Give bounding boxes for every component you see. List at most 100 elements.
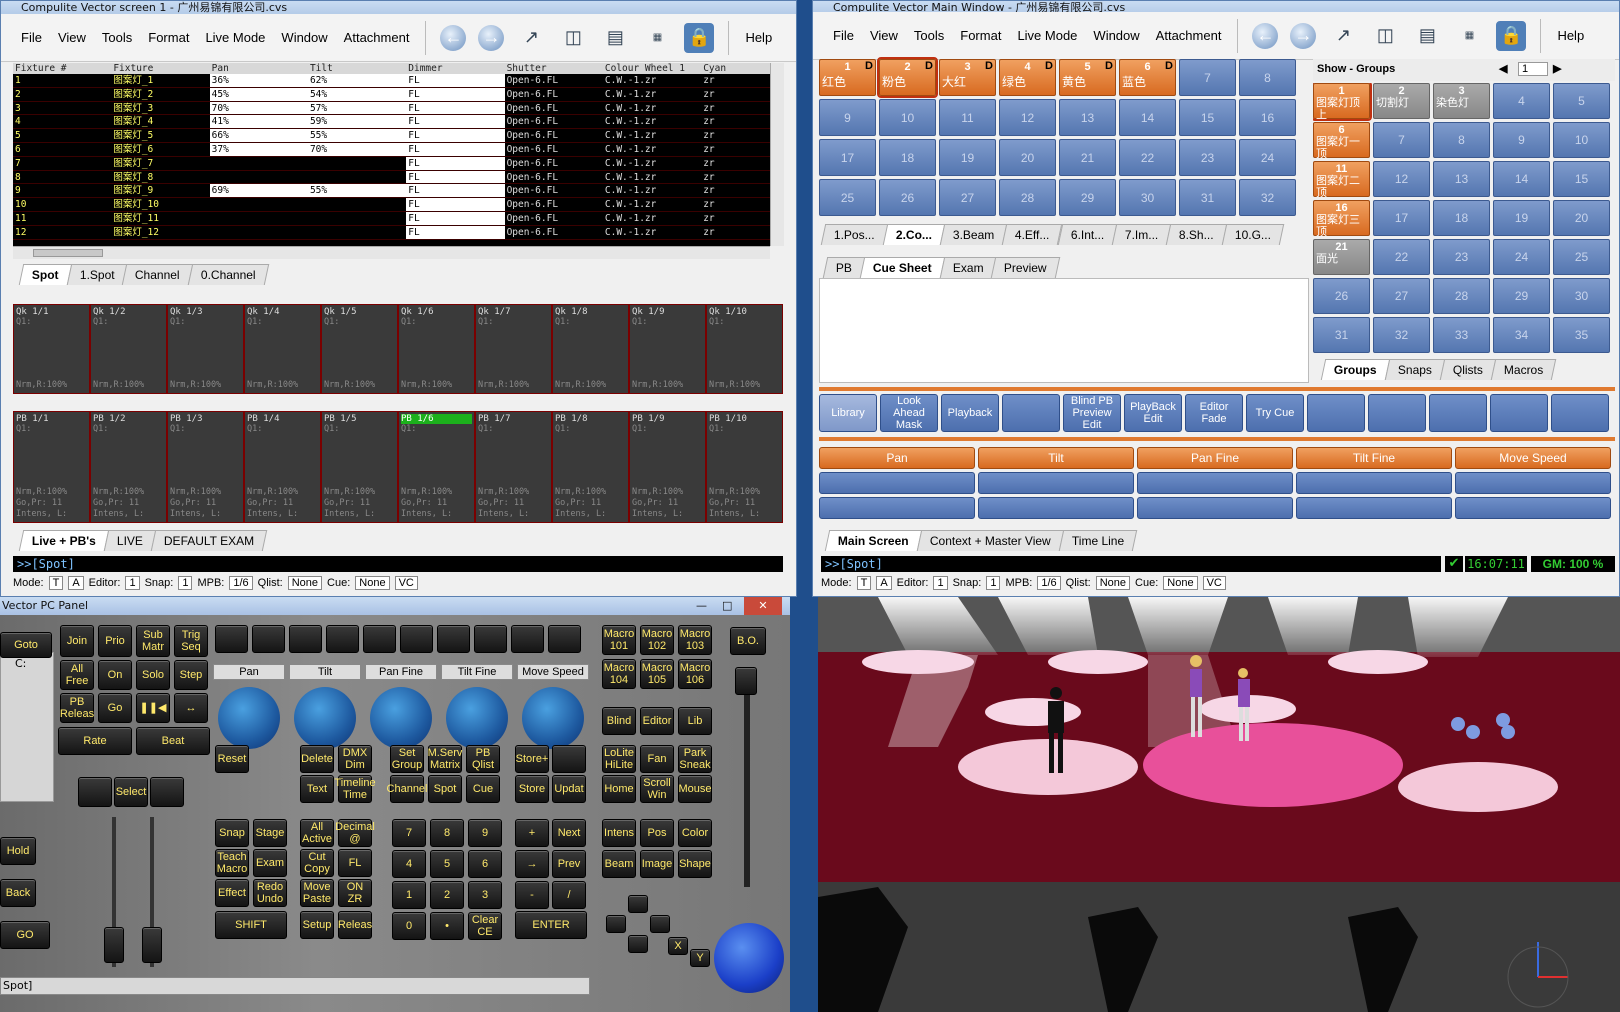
group-25[interactable]: 25 (1553, 239, 1610, 275)
attr-key[interactable]: Pos (640, 819, 674, 847)
menu-tools[interactable]: Tools (94, 30, 140, 45)
groups-page-field[interactable]: 1 (1518, 62, 1548, 76)
table-cell[interactable]: FL (406, 101, 505, 115)
table-cell[interactable]: Open-6.FL (505, 171, 603, 184)
set-group-key[interactable]: Set Group (390, 745, 424, 773)
menu-window[interactable]: Window (1085, 28, 1147, 43)
table-row[interactable]: 1 图案灯_1 36% 62% FL Open-6.FL C.W.-1.zr zr (13, 74, 770, 88)
spot-key[interactable]: Spot (428, 775, 462, 803)
fader-head[interactable] (474, 625, 507, 653)
tab-8-sh-[interactable]: 8.Sh... (1166, 224, 1228, 245)
table-cell[interactable]: 54% (307, 87, 407, 101)
table-cell[interactable]: 37% (209, 142, 308, 156)
cue-sheet-area[interactable] (819, 278, 1309, 383)
table-row[interactable]: 9 图案灯_9 69% 55% FL Open-6.FL C.W.-1.zr zr (13, 184, 770, 199)
encoder-wheel[interactable] (370, 687, 432, 749)
releas-key[interactable]: Releas (338, 911, 372, 939)
table-row[interactable]: 8 图案灯_8 50% 50% FL Open-6.FL C.W.-1.zr zr (13, 170, 770, 185)
table-cell[interactable]: 50% (308, 157, 406, 170)
table-cell[interactable]: 66% (209, 129, 308, 142)
table-cell[interactable]: zr (701, 157, 770, 170)
preset-24[interactable]: 24 (1239, 139, 1296, 176)
keypad-key[interactable]: 4 (392, 850, 426, 878)
function-button[interactable] (1002, 394, 1060, 432)
tab-pb[interactable]: PB (822, 257, 866, 278)
quick-key[interactable]: Qk 1/6 Q1: Nrm,R:100% (398, 304, 475, 394)
param-cell[interactable] (1137, 472, 1293, 494)
table-cell[interactable]: FL (406, 170, 505, 184)
preset-10[interactable]: 10 (879, 99, 936, 136)
table-cell[interactable]: C.W.-1.zr (603, 212, 701, 225)
table-cell[interactable]: C.W.-1.zr (603, 171, 701, 184)
table-row[interactable]: 5 图案灯_5 66% 55% FL Open-6.FL C.W.-1.zr zr (13, 129, 770, 143)
attr-key[interactable]: Image (640, 850, 674, 878)
restore-icon[interactable]: □ (722, 597, 732, 615)
scroll-win-key[interactable]: Scroll Win (640, 775, 674, 803)
m-serv-matrix-key[interactable]: M.Serv Matrix (428, 745, 462, 773)
preset-31[interactable]: 31 (1179, 179, 1236, 216)
macro-key[interactable]: Macro 102 (640, 625, 674, 655)
quick-key[interactable]: Qk 1/2 Q1: Nrm,R:100% (90, 304, 167, 394)
pb-qlist-key[interactable]: PB Qlist (466, 745, 500, 773)
fader-knob[interactable] (104, 927, 124, 963)
attr-key[interactable]: Shape (678, 850, 712, 878)
playback[interactable]: PB 1/7 Q1: Nrm,R:100% Go,Pr: 11 Intens, L: (475, 411, 552, 523)
menu-file[interactable]: File (825, 28, 862, 43)
preset-9[interactable]: 9 (819, 99, 876, 136)
table-cell[interactable]: Open-6.FL (505, 212, 603, 225)
group-8[interactable]: 8 (1433, 122, 1490, 158)
setup-key[interactable]: Setup (300, 911, 334, 939)
grand-master-knob[interactable] (735, 667, 757, 695)
select-right-key[interactable] (150, 777, 184, 807)
blind-key[interactable]: Blind (602, 707, 636, 735)
table-cell[interactable]: 57% (307, 101, 407, 115)
preset-21[interactable]: 21 (1059, 139, 1116, 176)
preset-13[interactable]: 13 (1059, 99, 1116, 136)
tab-main-screen[interactable]: Main Screen (824, 530, 922, 551)
tab-preview[interactable]: Preview (991, 257, 1061, 278)
table-cell[interactable]: 图案灯_3 (111, 102, 209, 115)
table-cell[interactable]: 50% (210, 171, 308, 184)
preset-2[interactable]: 2 D 粉色 (877, 57, 938, 98)
table-cell[interactable]: 2 (13, 88, 111, 101)
group-20[interactable]: 20 (1553, 200, 1610, 236)
slash-key[interactable]: / (552, 881, 586, 909)
table-cell[interactable]: zr (701, 226, 770, 239)
effect-key[interactable]: Effect (215, 879, 249, 907)
function-button[interactable] (1490, 394, 1548, 432)
group-11[interactable]: 11 图案灯二顶 (1313, 161, 1370, 199)
table-row[interactable]: 11 图案灯_11 50% 50% FL Open-6.FL C.W.-1.zr zr (13, 211, 770, 226)
window-icon[interactable]: ▤ (1412, 21, 1442, 51)
table-cell[interactable]: C.W.-1.zr (603, 226, 701, 239)
encoder-wheel[interactable] (218, 687, 280, 749)
table-cell[interactable]: 70% (307, 142, 407, 156)
function-button[interactable]: Editor Fade (1185, 394, 1243, 432)
table-cell[interactable]: C.W.-1.zr (603, 184, 701, 197)
table-cell[interactable]: 图案灯_11 (111, 212, 209, 225)
quick-key[interactable]: Qk 1/3 Q1: Nrm,R:100% (167, 304, 244, 394)
menu-file[interactable]: File (13, 30, 50, 45)
group-1[interactable]: 1 图案灯顶上 (1313, 83, 1372, 121)
menu-live-mode[interactable]: Live Mode (197, 30, 273, 45)
numeric-grid-icon[interactable]: ▦ (642, 23, 672, 53)
lock-icon[interactable]: 🔒 (1496, 20, 1527, 51)
preset-3[interactable]: 3 D 大红 (939, 59, 996, 96)
group-35[interactable]: 35 (1553, 317, 1610, 353)
preset-23[interactable]: 23 (1179, 139, 1236, 176)
updat-key[interactable]: Updat (552, 775, 586, 803)
fader-head[interactable] (289, 625, 322, 653)
group-29[interactable]: 29 (1493, 278, 1550, 314)
playback[interactable]: PB 1/3 Q1: Nrm,R:100% Go,Pr: 11 Intens, L: (167, 411, 244, 523)
keypad-key[interactable]: 0 (392, 912, 426, 940)
table-cell[interactable]: 图案灯_2 (111, 88, 209, 101)
numeric-grid-icon[interactable]: ▦ (1454, 21, 1484, 51)
table-cell[interactable]: C.W.-1.zr (603, 88, 701, 101)
table-row[interactable]: 4 图案灯_4 41% 59% FL Open-6.FL C.W.-1.zr zr (13, 115, 770, 130)
table-cell[interactable]: FL (406, 184, 505, 198)
lib-key[interactable]: Lib (678, 707, 712, 735)
col-header[interactable]: Shutter (505, 63, 603, 74)
store-key[interactable]: Store (515, 775, 549, 803)
go-main-key[interactable]: GO (0, 921, 50, 949)
table-cell[interactable]: 图案灯_10 (111, 198, 209, 211)
shift-key[interactable]: SHIFT (215, 911, 287, 939)
